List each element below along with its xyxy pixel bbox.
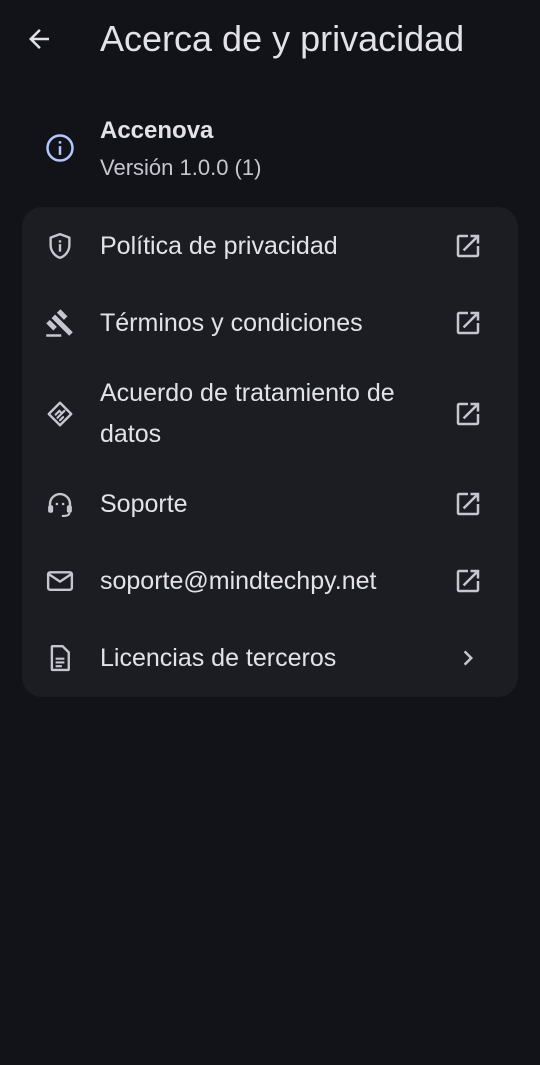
- open-in-new-icon: [452, 488, 484, 520]
- data-processing-item[interactable]: Acuerdo de tratamiento de datos: [22, 362, 518, 466]
- support-label: Soporte: [100, 490, 188, 518]
- support-email-label: soporte@mindtechpy.net: [100, 567, 377, 595]
- third-party-licenses-item[interactable]: Licencias de terceros: [22, 620, 518, 697]
- chevron-right-icon: [452, 642, 484, 674]
- mail-icon: [44, 565, 76, 597]
- app-info: Accenova Versión 1.0.0 (1): [0, 108, 540, 188]
- data-processing-label: Acuerdo de tratamiento de datos: [100, 379, 395, 448]
- shield-icon: [44, 230, 76, 262]
- privacy-policy-label: Política de privacidad: [100, 232, 338, 260]
- app-version: Versión 1.0.0 (1): [100, 155, 262, 180]
- open-in-new-icon: [452, 398, 484, 430]
- arrow-back-icon: [24, 24, 54, 54]
- gavel-icon: [44, 307, 76, 339]
- page-title: Acerca de y privacidad: [100, 18, 465, 59]
- terms-item[interactable]: Términos y condiciones: [22, 285, 518, 362]
- support-item[interactable]: Soporte: [22, 466, 518, 543]
- terms-label: Términos y condiciones: [100, 309, 363, 337]
- open-in-new-icon: [452, 307, 484, 339]
- info-icon: [45, 133, 75, 163]
- open-in-new-icon: [452, 230, 484, 262]
- open-in-new-icon: [452, 565, 484, 597]
- privacy-policy-item[interactable]: Política de privacidad: [22, 207, 518, 285]
- back-button[interactable]: [18, 18, 60, 60]
- document-icon: [44, 642, 76, 674]
- handshake-icon: [44, 398, 76, 430]
- top-app-bar: Acerca de y privacidad: [0, 0, 540, 78]
- third-party-licenses-label: Licencias de terceros: [100, 644, 337, 672]
- support-agent-icon: [44, 488, 76, 520]
- support-email-item[interactable]: soporte@mindtechpy.net: [22, 543, 518, 620]
- links-card: Política de privacidad Términos y condic…: [22, 207, 518, 697]
- app-name: Accenova: [100, 117, 214, 144]
- about-privacy-screen: Acerca de y privacidad Accenova Versión …: [0, 0, 540, 1065]
